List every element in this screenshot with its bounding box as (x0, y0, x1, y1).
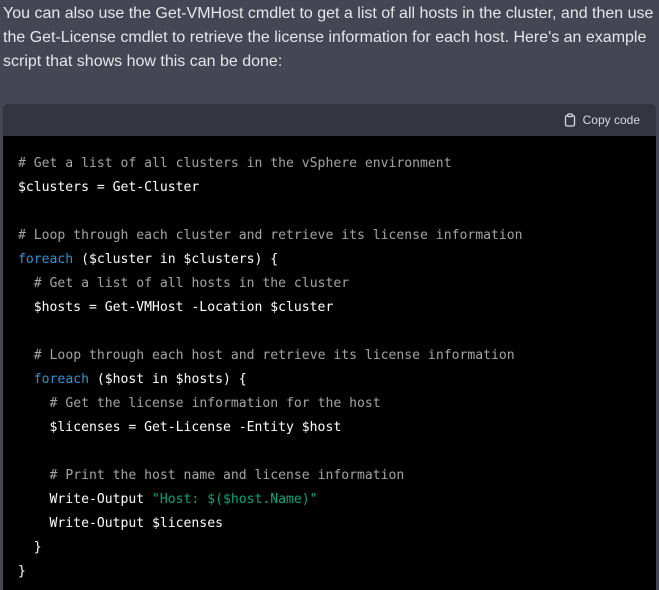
code-line: # Print the host name and license inform… (18, 464, 656, 488)
code-line: Write-Output "Host: $($host.Name)" (18, 488, 656, 512)
code-content: # Get a list of all clusters in the vSph… (3, 136, 656, 584)
code-line: $licenses = Get-License -Entity $host (18, 416, 656, 440)
code-text: $licenses = Get-License -Entity $host (18, 420, 342, 435)
code-keyword: foreach (33, 372, 89, 387)
code-text: Write-Output $licenses (18, 516, 223, 531)
code-text: $hosts = Get-VMHost -Location $cluster (18, 300, 334, 315)
code-comment: # Get the license information for the ho… (49, 396, 381, 411)
code-line: } (18, 536, 656, 560)
copy-code-button[interactable]: Copy code (563, 113, 640, 127)
copy-code-label: Copy code (582, 113, 640, 127)
code-text: Write-Output (18, 492, 153, 507)
code-comment: # Loop through each cluster and retrieve… (18, 228, 523, 243)
code-text: } (18, 564, 26, 579)
code-line: $hosts = Get-VMHost -Location $cluster (18, 296, 656, 320)
code-comment: # Print the host name and license inform… (49, 468, 405, 483)
code-comment: # Get a list of all clusters in the vSph… (18, 156, 452, 171)
code-keyword: foreach (18, 252, 74, 267)
code-line: # Loop through each host and retrieve it… (18, 344, 656, 368)
code-comment: # Get a list of all hosts in the cluster (33, 276, 350, 291)
code-line: foreach ($cluster in $clusters) { (18, 248, 656, 272)
code-text: ($cluster in $clusters) { (73, 252, 279, 267)
code-text: } (18, 540, 42, 555)
code-text: $clusters = Get-Cluster (18, 180, 200, 195)
code-line: $clusters = Get-Cluster (18, 176, 656, 200)
code-line: # Get the license information for the ho… (18, 392, 656, 416)
code-text: ($host in $hosts) { (88, 372, 247, 387)
code-line: # Loop through each cluster and retrieve… (18, 224, 656, 248)
code-line: } (18, 560, 656, 584)
code-block-header: Copy code (3, 104, 656, 136)
code-line: # Get a list of all hosts in the cluster (18, 272, 656, 296)
code-string: "Host: $($host.Name)" (152, 492, 318, 507)
clipboard-icon (563, 113, 577, 127)
code-line: # Get a list of all clusters in the vSph… (18, 152, 656, 176)
code-block: Copy code # Get a list of all clusters i… (3, 104, 656, 590)
assistant-message-text: You can also use the Get-VMHost cmdlet t… (3, 5, 654, 70)
code-comment: # Loop through each host and retrieve it… (33, 348, 515, 363)
code-line: foreach ($host in $hosts) { (18, 368, 656, 392)
code-line: Write-Output $licenses (18, 512, 656, 536)
